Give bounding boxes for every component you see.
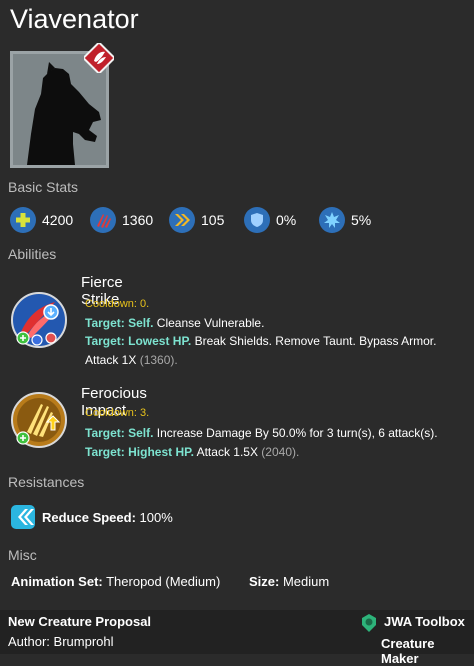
damage-value: (2040). bbox=[261, 445, 300, 459]
stat-armor-value: 0% bbox=[276, 212, 297, 228]
ferocious-impact-icon bbox=[11, 392, 67, 448]
animation-set-value: Theropod (Medium) bbox=[102, 574, 221, 589]
health-plus-icon bbox=[10, 207, 36, 233]
stat-armor: 0% bbox=[244, 206, 296, 234]
creature-name: Viavenator bbox=[10, 4, 139, 34]
target-label: Target: Lowest HP. bbox=[85, 334, 192, 348]
damage-value: (1360). bbox=[139, 353, 178, 367]
rarity-badge-icon bbox=[82, 41, 116, 75]
stat-speed-value: 105 bbox=[201, 212, 225, 228]
misc-heading: Misc bbox=[8, 547, 37, 563]
armor-shield-icon bbox=[244, 207, 270, 233]
stat-damage: 1360 bbox=[90, 206, 153, 234]
ability-effect-line: Target: Highest HP. Attack 1.5X (2040). bbox=[85, 445, 299, 459]
resistance-text: Reduce Speed: 100% bbox=[42, 510, 173, 525]
fierce-strike-icon bbox=[11, 292, 67, 348]
speed-chevrons-icon bbox=[169, 207, 195, 233]
resistances-heading: Resistances bbox=[8, 474, 85, 490]
abilities-heading: Abilities bbox=[8, 246, 57, 262]
brand-label: JWA Toolbox bbox=[384, 614, 465, 629]
author-label: Author: Brumprohl bbox=[8, 634, 114, 649]
resistance-reduce-speed: Reduce Speed: 100% bbox=[10, 504, 173, 530]
ability-effect-line: Target: Self. Cleanse Vulnerable. bbox=[85, 316, 264, 330]
size-label: Size: bbox=[249, 574, 280, 589]
basic-stats-heading: Basic Stats bbox=[8, 179, 79, 195]
resistance-label: Reduce Speed: bbox=[42, 509, 136, 525]
ability-effect-line: Target: Lowest HP. Break Shields. Remove… bbox=[85, 334, 436, 348]
effect-text: Increase Damage By 50.0% for 3 turn(s), … bbox=[153, 426, 438, 440]
size-value: Medium bbox=[279, 574, 330, 589]
stat-damage-value: 1360 bbox=[122, 212, 154, 228]
creature-size: Size: Medium bbox=[249, 574, 329, 589]
stat-crit: 5% bbox=[319, 206, 371, 234]
target-label: Target: Self. bbox=[85, 316, 154, 330]
crit-burst-icon bbox=[319, 207, 345, 233]
ability-cooldown: Cooldown: 0. bbox=[85, 298, 150, 310]
ability-cooldown: Cooldown: 3. bbox=[85, 407, 150, 419]
effect-text: Cleanse Vulnerable. bbox=[153, 316, 265, 330]
footer: New Creature Proposal Author: Brumprohl … bbox=[0, 610, 474, 666]
stat-speed: 105 bbox=[169, 206, 224, 234]
target-label: Target: Self. bbox=[85, 426, 154, 440]
jwa-toolbox-logo-icon bbox=[359, 613, 379, 633]
ability-effect-line: Attack 1X (1360). bbox=[85, 353, 178, 367]
reduce-speed-icon bbox=[10, 504, 36, 530]
target-label: Target: Highest HP. bbox=[85, 445, 194, 459]
stat-health-value: 4200 bbox=[42, 212, 74, 228]
effect-text: Attack 1X bbox=[85, 353, 140, 367]
ability-effect-line: Target: Self. Increase Damage By 50.0% f… bbox=[85, 426, 438, 440]
stat-crit-value: 5% bbox=[351, 212, 372, 228]
tool-label: Creature Maker bbox=[381, 636, 435, 666]
effect-text: Break Shields. Remove Taunt. Bypass Armo… bbox=[191, 334, 437, 348]
proposal-label: New Creature Proposal bbox=[8, 614, 152, 629]
animation-set-label: Animation Set: bbox=[11, 574, 103, 589]
damage-claw-icon bbox=[90, 207, 116, 233]
stat-health: 4200 bbox=[10, 206, 73, 234]
animation-set: Animation Set: Theropod (Medium) bbox=[11, 574, 220, 589]
resistance-value: 100% bbox=[135, 509, 173, 525]
effect-text: Attack 1.5X bbox=[193, 445, 262, 459]
